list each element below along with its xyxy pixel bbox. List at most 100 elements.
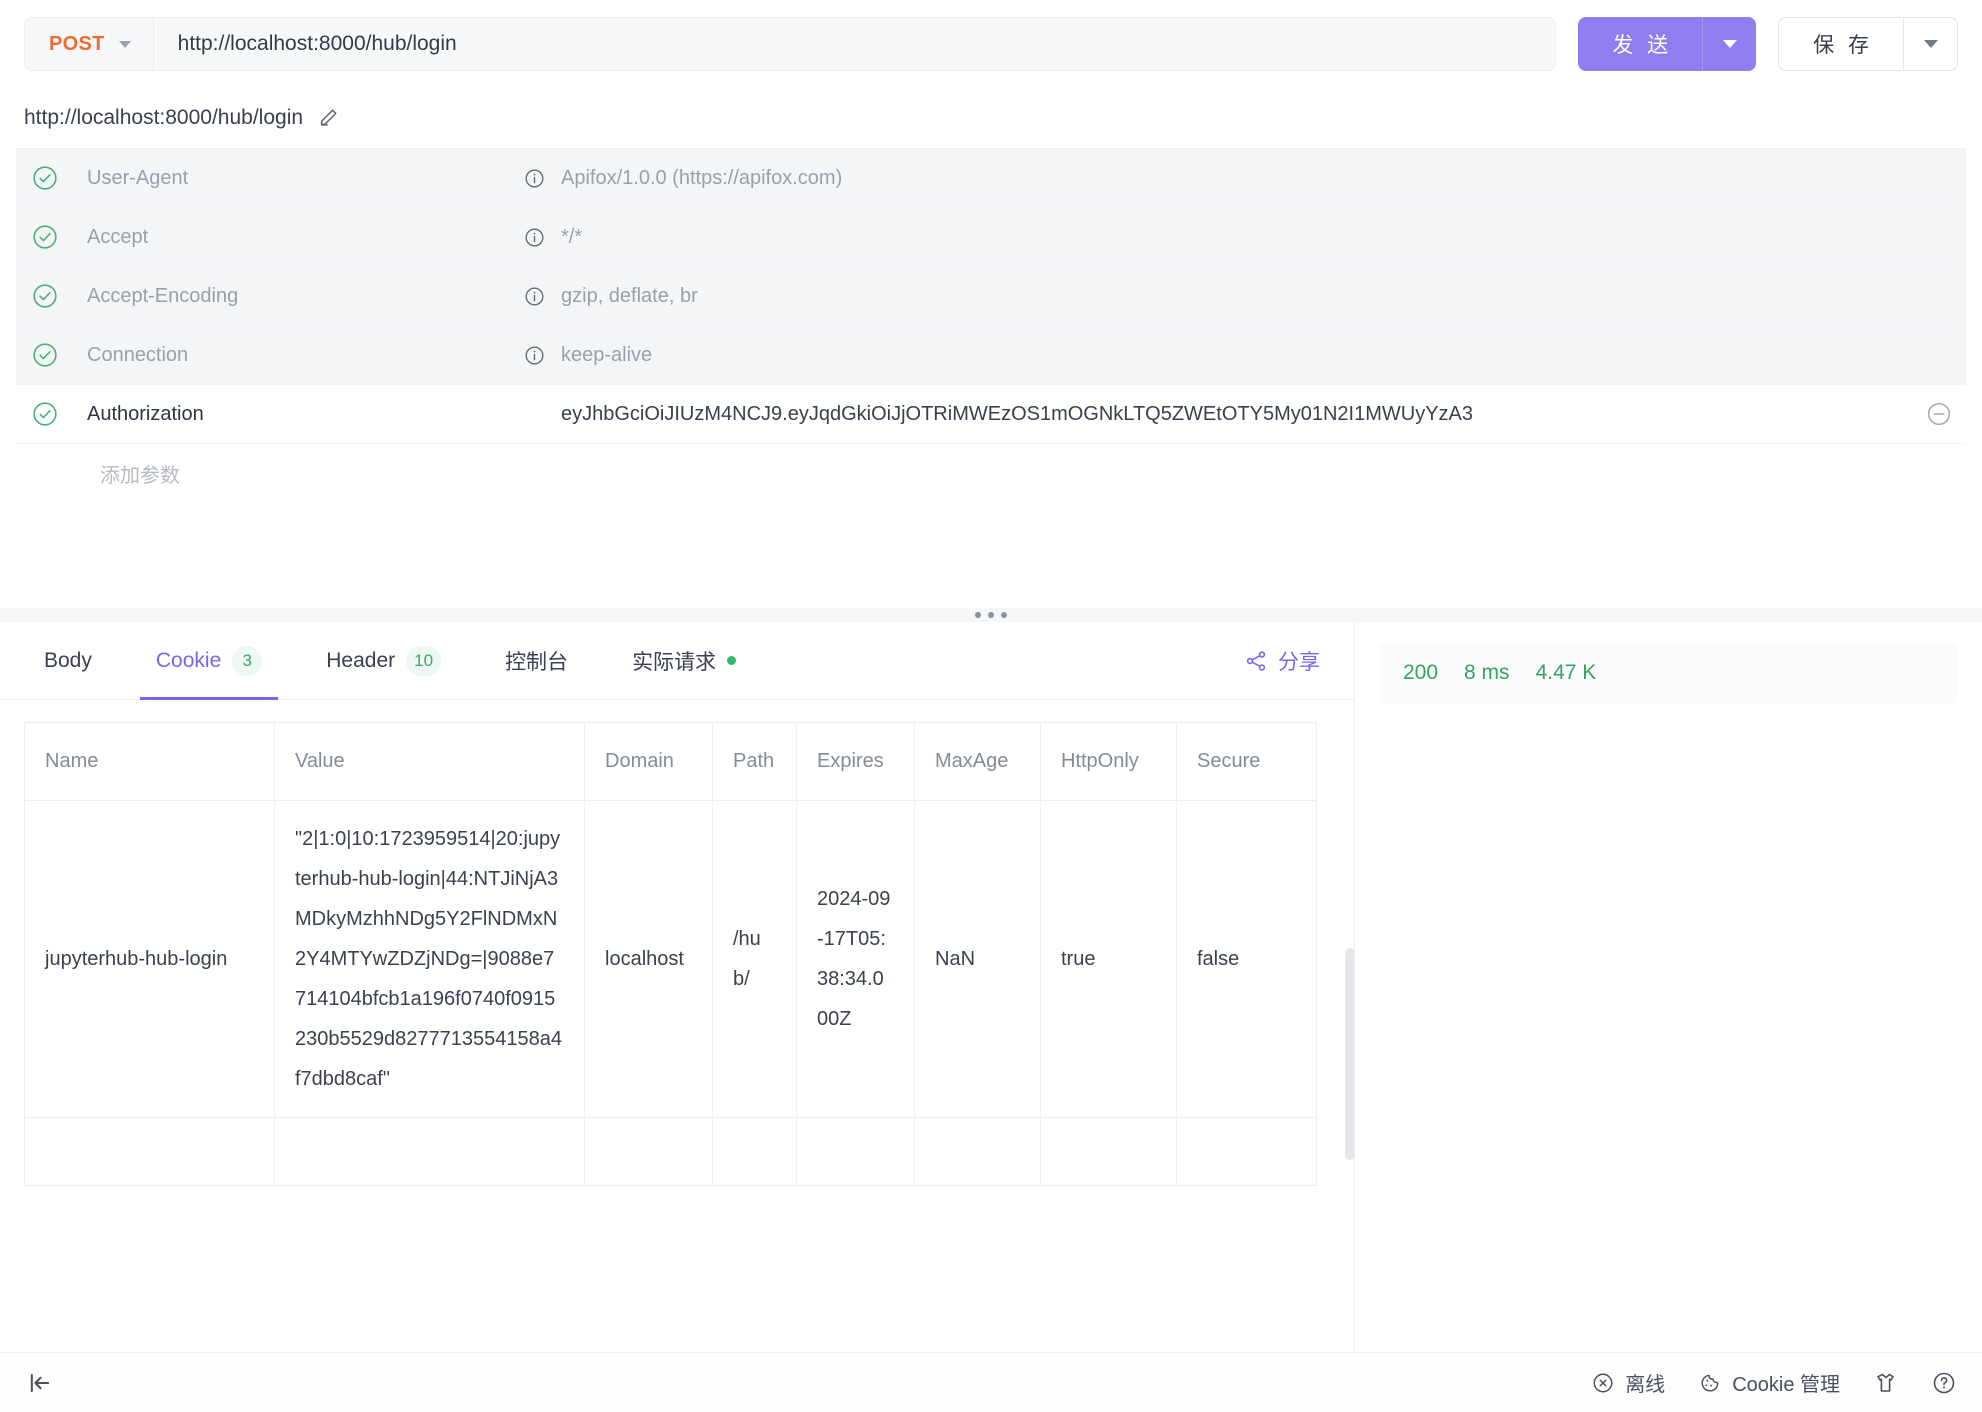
header-name: Accept	[87, 225, 149, 248]
status-bar: 离线 Cookie 管理	[0, 1352, 1982, 1412]
header-row[interactable]: Authorization eyJhbGciOiJIUzM4NCJ9.eyJqd…	[16, 385, 1966, 444]
column-header-httponly: HttpOnly	[1040, 722, 1177, 801]
cell-value	[274, 1117, 585, 1186]
checkbox-checked-icon[interactable]	[32, 283, 58, 309]
table-row[interactable]: jupyterhub-hub-login "2|1:0|10:172395951…	[24, 800, 1317, 1118]
request-name: http://localhost:8000/hub/login	[24, 106, 304, 129]
header-value: */*	[561, 225, 583, 248]
url-bar[interactable]: POST http://localhost:8000/hub/login	[24, 17, 1557, 71]
cell-name: jupyterhub-hub-login	[24, 800, 275, 1118]
table-header-row: Name Value Domain Path Expires MaxAge Ht…	[24, 722, 1317, 801]
tab-label: Cookie	[155, 648, 222, 672]
collapse-left-icon[interactable]	[26, 1369, 54, 1397]
cell-name	[24, 1117, 275, 1186]
method-label: POST	[49, 32, 105, 55]
tab-header[interactable]: Header 10	[310, 622, 457, 700]
cell-expires	[796, 1117, 915, 1186]
cell-maxage: NaN	[914, 800, 1041, 1118]
status-dot-icon	[727, 656, 737, 665]
save-button-group[interactable]: 保 存	[1778, 17, 1958, 71]
header-row[interactable]: User-Agent Apifox/1.0.0 (https://apifox.…	[16, 149, 1966, 208]
share-button[interactable]: 分享	[1244, 646, 1330, 676]
info-icon[interactable]	[524, 286, 545, 307]
cookie-icon	[1699, 1372, 1721, 1394]
tab-label: Body	[44, 648, 92, 672]
headers-table: User-Agent Apifox/1.0.0 (https://apifox.…	[16, 148, 1966, 502]
header-row[interactable]: Connection keep-alive	[16, 326, 1966, 385]
cell-domain: localhost	[584, 800, 713, 1118]
remove-header-button[interactable]	[1926, 401, 1966, 427]
info-icon[interactable]	[524, 345, 545, 366]
response-tabs: Body Cookie 3 Header 10 控制台 实际请求 分享	[0, 622, 1354, 700]
header-name: Authorization	[87, 402, 204, 425]
chevron-down-icon	[118, 40, 131, 48]
drag-dot-icon	[988, 612, 994, 618]
tab-badge: 10	[406, 645, 442, 676]
column-header-expires: Expires	[796, 722, 915, 801]
send-options-button[interactable]	[1702, 17, 1757, 71]
tab-actual-request[interactable]: 实际请求	[616, 622, 752, 700]
tab-console[interactable]: 控制台	[489, 622, 584, 700]
pencil-icon[interactable]	[317, 107, 339, 129]
cookie-manage-button[interactable]: Cookie 管理	[1699, 1368, 1840, 1397]
drag-dot-icon	[1001, 612, 1007, 618]
send-button[interactable]: 发 送	[1578, 17, 1703, 71]
save-options-button[interactable]	[1903, 18, 1957, 70]
header-value[interactable]: eyJhbGciOiJIUzM4NCJ9.eyJqdGkiOiJjOTRiMWE…	[561, 403, 1473, 426]
pane-splitter[interactable]	[0, 608, 1982, 622]
save-button[interactable]: 保 存	[1779, 18, 1903, 70]
checkbox-checked-icon[interactable]	[32, 224, 58, 250]
add-param-button[interactable]: 添加参数	[16, 444, 1966, 502]
header-name: Connection	[87, 343, 189, 366]
cell-domain	[584, 1117, 713, 1186]
cell-path: /hub/	[712, 800, 797, 1118]
cell-path	[712, 1117, 797, 1186]
column-header-domain: Domain	[584, 722, 713, 801]
header-row[interactable]: Accept-Encoding gzip, deflate, br	[16, 267, 1966, 326]
info-icon[interactable]	[524, 168, 545, 189]
column-header-path: Path	[712, 722, 797, 801]
cookie-table-scroll[interactable]: Name Value Domain Path Expires MaxAge Ht…	[0, 700, 1354, 1352]
checkbox-checked-icon[interactable]	[32, 342, 58, 368]
method-selector[interactable]: POST	[25, 18, 154, 70]
header-value: gzip, deflate, br	[561, 284, 698, 307]
tab-cookie[interactable]: Cookie 3	[139, 622, 279, 700]
column-header-value: Value	[274, 722, 585, 801]
response-status-bar: 200 8 ms 4.47 K	[1379, 642, 1958, 704]
shirt-icon[interactable]	[1874, 1371, 1898, 1395]
response-area: Body Cookie 3 Header 10 控制台 实际请求 分享 Name…	[0, 622, 1982, 1352]
request-name-row: http://localhost:8000/hub/login	[0, 88, 1982, 148]
column-header-secure: Secure	[1176, 722, 1317, 801]
tab-label: Header	[326, 648, 396, 672]
status-time: 8 ms	[1464, 661, 1510, 684]
status-size: 4.47 K	[1535, 661, 1597, 684]
header-row[interactable]: Accept */*	[16, 208, 1966, 267]
cell-secure: false	[1176, 800, 1317, 1118]
vertical-scrollbar[interactable]	[1345, 948, 1354, 1160]
send-button-group[interactable]: 发 送	[1578, 17, 1757, 71]
tab-label: 控制台	[505, 650, 569, 674]
offline-icon	[1592, 1372, 1614, 1394]
cell-expires: 2024-09-17T05:38:34.000Z	[796, 800, 915, 1118]
cell-maxage	[914, 1117, 1041, 1186]
info-icon[interactable]	[524, 227, 545, 248]
request-toolbar: POST http://localhost:8000/hub/login 发 送…	[0, 0, 1982, 88]
url-input[interactable]: http://localhost:8000/hub/login	[154, 32, 457, 56]
chevron-down-icon	[1722, 40, 1737, 48]
cookie-table: Name Value Domain Path Expires MaxAge Ht…	[24, 722, 1317, 1186]
help-circle-icon[interactable]	[1932, 1371, 1956, 1395]
offline-button[interactable]: 离线	[1592, 1368, 1665, 1397]
table-row[interactable]	[24, 1117, 1317, 1186]
header-value: keep-alive	[561, 343, 653, 366]
response-right-pane: 200 8 ms 4.47 K	[1355, 622, 1982, 1352]
cell-httponly: true	[1040, 800, 1177, 1118]
share-icon	[1244, 649, 1268, 673]
response-left-pane: Body Cookie 3 Header 10 控制台 实际请求 分享 Name…	[0, 622, 1355, 1352]
checkbox-checked-icon[interactable]	[32, 165, 58, 191]
offline-label: 离线	[1625, 1374, 1666, 1396]
cookie-manage-label: Cookie 管理	[1732, 1374, 1840, 1396]
drag-dot-icon	[975, 612, 981, 618]
tab-body[interactable]: Body	[28, 622, 108, 700]
status-code: 200	[1403, 661, 1439, 684]
checkbox-checked-icon[interactable]	[32, 401, 58, 427]
